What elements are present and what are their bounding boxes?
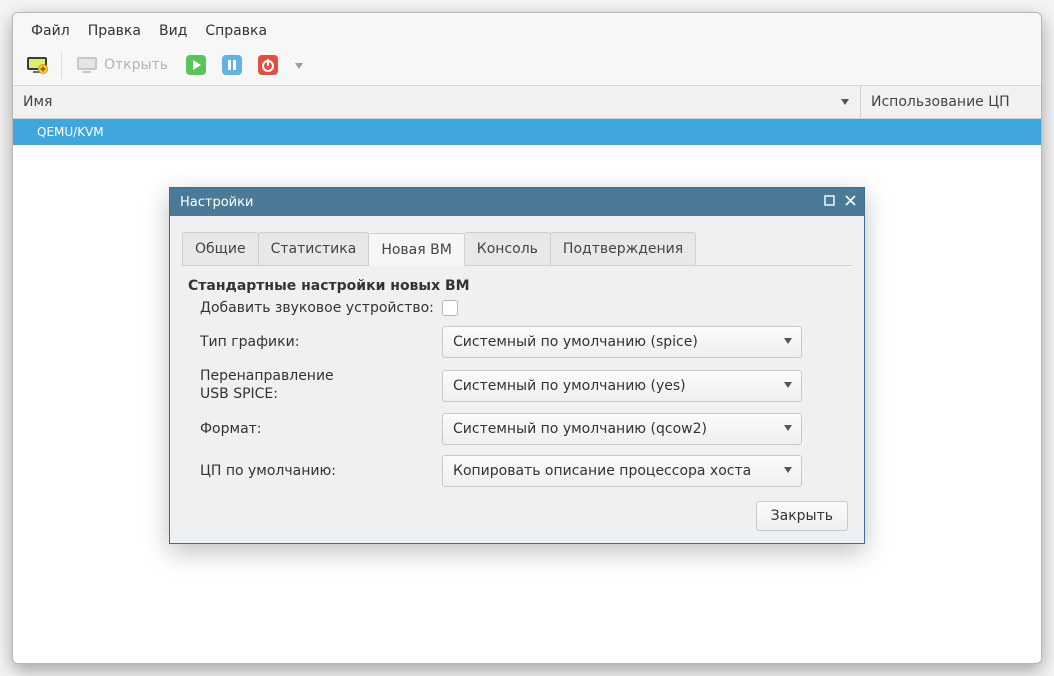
monitor-disabled-icon bbox=[76, 55, 98, 75]
chevron-down-icon bbox=[783, 378, 793, 394]
sort-caret-icon bbox=[840, 97, 850, 107]
open-button-label: Открыть bbox=[104, 57, 168, 73]
tab-general[interactable]: Общие bbox=[182, 232, 259, 265]
list-header: Имя Использование ЦП bbox=[13, 86, 1041, 119]
maximize-icon[interactable] bbox=[824, 195, 835, 209]
tab-new-vm[interactable]: Новая ВМ bbox=[368, 233, 464, 266]
power-icon bbox=[257, 54, 279, 76]
close-button[interactable]: Закрыть bbox=[756, 501, 848, 531]
pause-icon bbox=[221, 54, 243, 76]
monitor-color-icon bbox=[26, 55, 48, 75]
column-cpu-label: Использование ЦП bbox=[871, 94, 1010, 110]
connection-label: QEMU/KVM bbox=[37, 125, 104, 139]
dialog-body: Общие Статистика Новая ВМ Консоль Подтве… bbox=[170, 216, 864, 543]
titlebar-buttons bbox=[824, 195, 856, 209]
storage-format-label: Формат: bbox=[200, 421, 430, 437]
toolbar: Открыть bbox=[13, 47, 1041, 86]
default-cpu-combo[interactable]: Копировать описание процессора хоста bbox=[442, 455, 802, 487]
usb-redirect-label: Перенаправление USB SPICE: bbox=[200, 368, 430, 403]
chevron-down-icon bbox=[783, 421, 793, 437]
toolbar-separator bbox=[61, 51, 62, 79]
close-icon[interactable] bbox=[845, 195, 856, 209]
shutdown-button[interactable] bbox=[254, 51, 282, 79]
section-title: Стандартные настройки новых ВМ bbox=[188, 278, 852, 294]
dialog-titlebar[interactable]: Настройки bbox=[170, 188, 864, 216]
tab-console[interactable]: Консоль bbox=[464, 232, 551, 265]
menu-view[interactable]: Вид bbox=[151, 17, 195, 45]
menubar: Файл Правка Вид Справка bbox=[13, 13, 1041, 47]
dialog-footer: Закрыть bbox=[182, 493, 852, 533]
new-vm-button[interactable] bbox=[23, 51, 51, 79]
menu-edit[interactable]: Правка bbox=[80, 17, 149, 45]
chevron-down-icon bbox=[294, 61, 304, 71]
play-icon bbox=[185, 54, 207, 76]
shutdown-menu-caret[interactable] bbox=[294, 56, 304, 75]
graphics-value: Системный по умолчанию (spice) bbox=[453, 334, 698, 350]
add-sound-label: Добавить звуковое устройство: bbox=[200, 300, 434, 316]
tab-stats[interactable]: Статистика bbox=[258, 232, 370, 265]
usb-redirect-combo[interactable]: Системный по умолчанию (yes) bbox=[442, 370, 802, 402]
new-vm-form: Добавить звуковое устройство: Тип график… bbox=[182, 300, 852, 493]
add-sound-checkbox[interactable] bbox=[442, 300, 458, 316]
storage-format-value: Системный по умолчанию (qcow2) bbox=[453, 421, 707, 437]
column-cpu[interactable]: Использование ЦП bbox=[861, 86, 1041, 118]
open-button[interactable]: Открыть bbox=[72, 55, 174, 75]
default-cpu-value: Копировать описание процессора хоста bbox=[453, 463, 751, 479]
preferences-dialog: Настройки Общие Статистика Новая ВМ Конс… bbox=[169, 187, 865, 544]
chevron-down-icon bbox=[783, 334, 793, 350]
graphics-combo[interactable]: Системный по умолчанию (spice) bbox=[442, 326, 802, 358]
column-name[interactable]: Имя bbox=[13, 86, 861, 118]
graphics-label: Тип графики: bbox=[200, 334, 430, 350]
usb-redirect-label-line2: USB SPICE: bbox=[200, 386, 278, 402]
vm-list-area: Настройки Общие Статистика Новая ВМ Конс… bbox=[13, 145, 1041, 663]
menu-help[interactable]: Справка bbox=[197, 17, 275, 45]
tab-confirm[interactable]: Подтверждения bbox=[550, 232, 696, 265]
default-cpu-label: ЦП по умолчанию: bbox=[200, 463, 430, 479]
chevron-down-icon bbox=[783, 463, 793, 479]
usb-redirect-value: Системный по умолчанию (yes) bbox=[453, 378, 686, 394]
pause-button[interactable] bbox=[218, 51, 246, 79]
storage-format-combo[interactable]: Системный по умолчанию (qcow2) bbox=[442, 413, 802, 445]
menu-file[interactable]: Файл bbox=[23, 17, 78, 45]
dialog-title: Настройки bbox=[180, 195, 253, 210]
connection-row[interactable]: QEMU/KVM bbox=[13, 119, 1041, 145]
tabs: Общие Статистика Новая ВМ Консоль Подтве… bbox=[182, 232, 852, 266]
main-window: Файл Правка Вид Справка Открыть bbox=[12, 12, 1042, 664]
run-button[interactable] bbox=[182, 51, 210, 79]
usb-redirect-label-line1: Перенаправление bbox=[200, 368, 334, 384]
column-name-label: Имя bbox=[23, 94, 52, 110]
